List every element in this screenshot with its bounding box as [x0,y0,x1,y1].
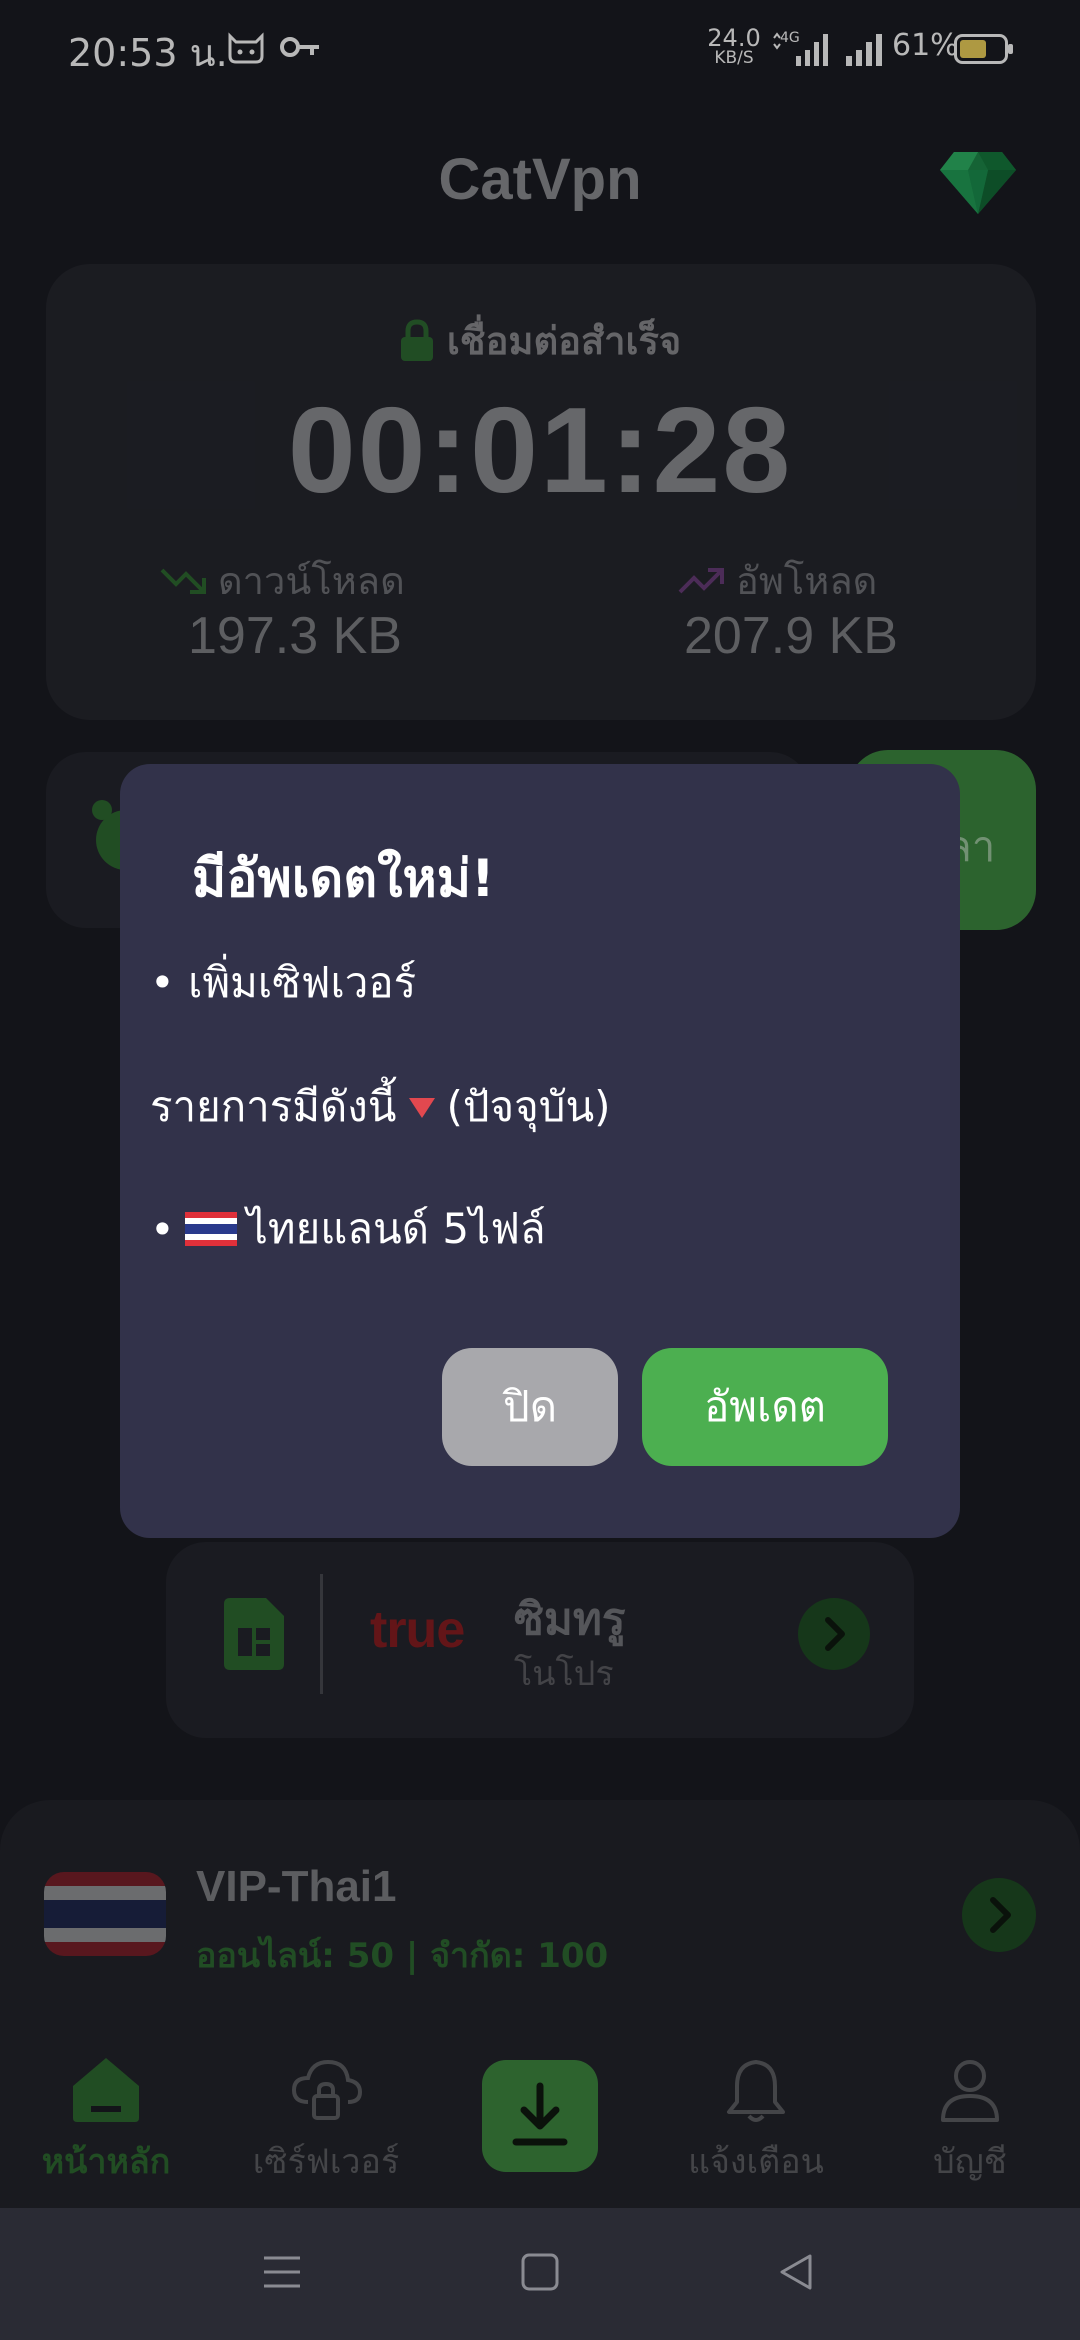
home-square-icon[interactable] [520,2252,560,2292]
dialog-bullet: • [150,1204,175,1254]
dialog-line-thailand: • ไทยแลนด์ 5ไฟล์ [150,1196,546,1262]
system-navigation-bar [0,2208,1080,2340]
red-triangle-down-icon [408,1098,435,1118]
back-icon[interactable] [776,2252,816,2292]
dialog-line-list: รายการมีดังนี้ (ปัจจุบัน) [150,1074,611,1140]
dialog-list-text: รายการมีดังนี้ [150,1082,397,1131]
update-button[interactable]: อัพเดต [642,1348,888,1466]
close-button[interactable]: ปิด [442,1348,618,1466]
menu-icon[interactable] [262,2252,302,2292]
thailand-flag-icon [184,1212,237,1246]
dialog-line-add-server: • เพิ่มเซิฟเวอร์ [150,958,417,1007]
dialog-title: มีอัพเดตใหม่! [192,849,495,909]
dialog-list-suffix: (ปัจจุบัน) [446,1082,611,1131]
dialog-thailand-text: ไทยแลนด์ 5ไฟล์ [246,1204,546,1253]
